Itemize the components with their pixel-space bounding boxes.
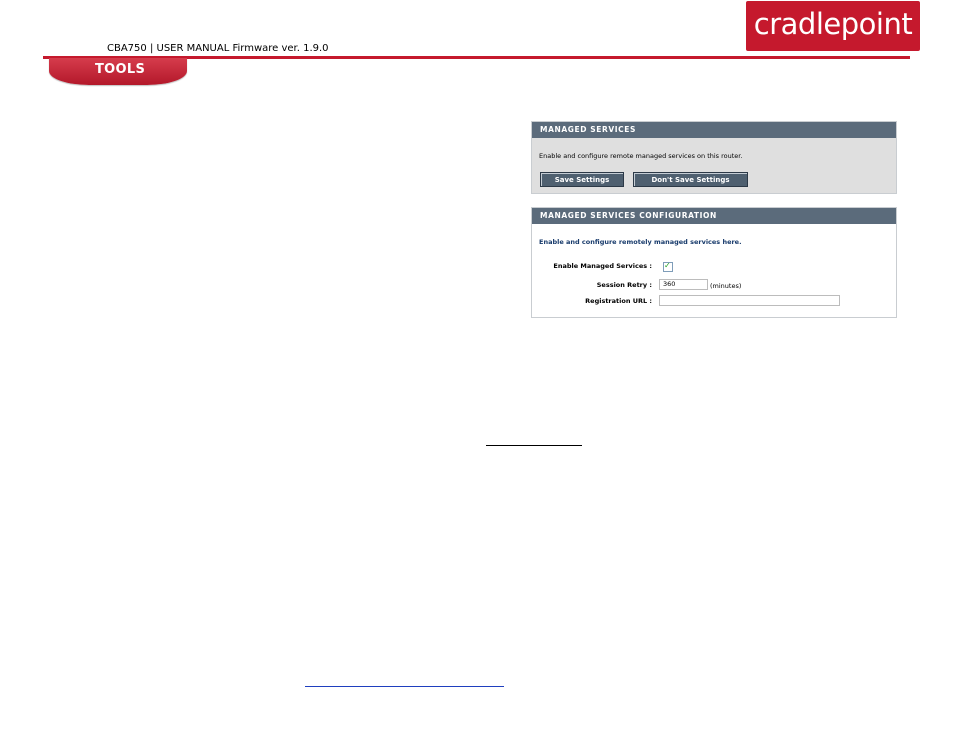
managed-services-panel: MANAGED SERVICES Enable and configure re…	[531, 121, 897, 194]
tools-section-tab: TOOLS	[49, 58, 187, 85]
enable-managed-services-checkbox[interactable]: ✓	[663, 261, 673, 272]
underline-mark	[486, 445, 582, 446]
checkmark-icon: ✓	[664, 261, 671, 270]
session-retry-input[interactable]: 360	[659, 279, 708, 290]
enable-managed-services-label: Enable Managed Services :	[553, 262, 652, 270]
cradlepoint-logo: cradlepoint	[746, 1, 920, 51]
config-panel-title: MANAGED SERVICES CONFIGURATION	[532, 208, 896, 224]
registration-url-input[interactable]	[659, 295, 840, 306]
logo-wordmark: cradlepoint	[753, 7, 913, 41]
save-settings-button[interactable]: Save Settings	[540, 172, 624, 187]
managed-services-config-panel: MANAGED SERVICES CONFIGURATION Enable an…	[531, 207, 897, 318]
link-underline	[305, 686, 504, 687]
managed-services-description: Enable and configure remote managed serv…	[539, 152, 743, 160]
tools-tab-label: TOOLS	[95, 62, 146, 77]
dont-save-settings-button[interactable]: Don't Save Settings	[633, 172, 748, 187]
config-intro-text: Enable and configure remotely managed se…	[539, 238, 742, 246]
manual-header-title: CBA750 | USER MANUAL Firmware ver. 1.9.0	[107, 43, 329, 54]
session-retry-label: Session Retry :	[596, 281, 652, 289]
registration-url-label: Registration URL :	[585, 297, 652, 305]
managed-services-title: MANAGED SERVICES	[532, 122, 896, 138]
session-retry-unit: (minutes)	[710, 282, 742, 290]
